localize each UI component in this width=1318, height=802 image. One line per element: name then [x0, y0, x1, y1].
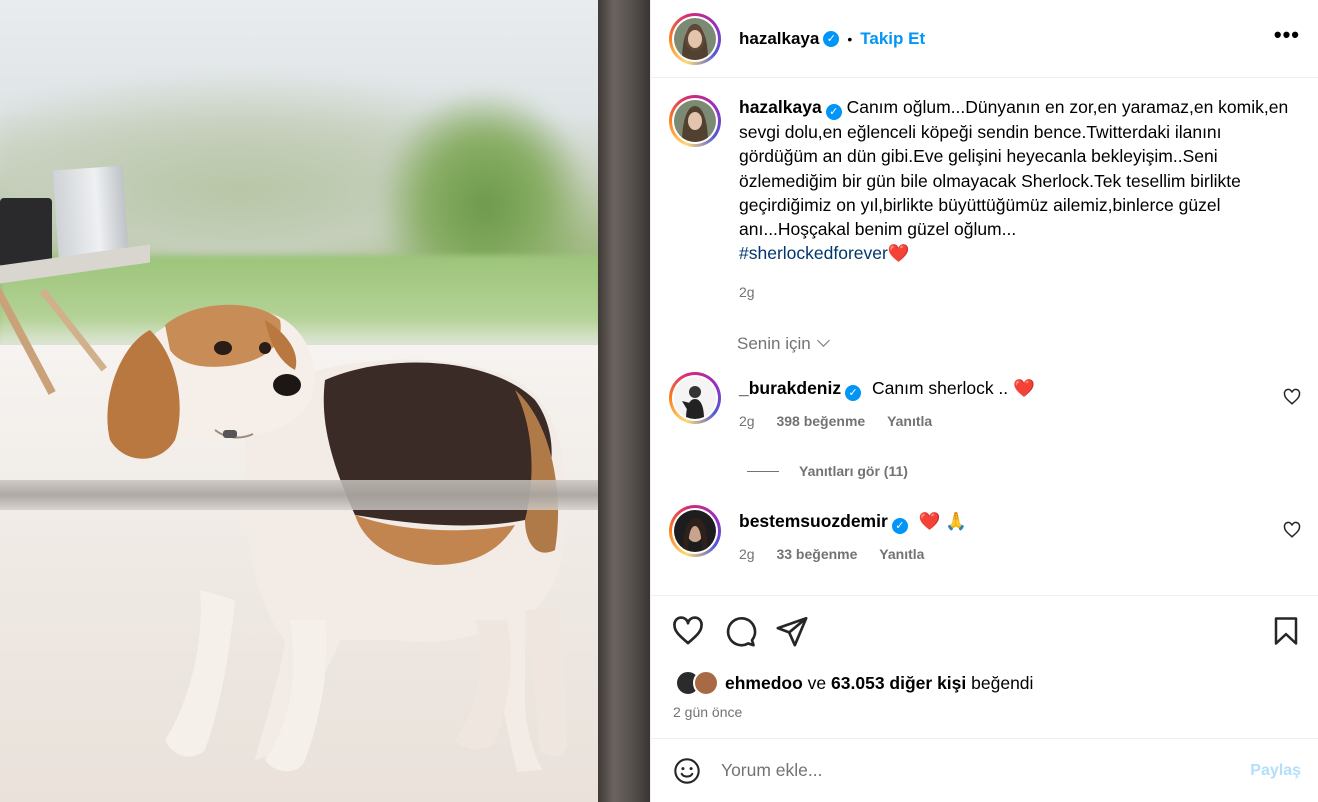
liker-username[interactable]: ehmedoo: [725, 673, 803, 693]
comment-meta: 2g 398 beğenme Yanıtla: [739, 413, 1283, 429]
bookmark-icon[interactable]: [1271, 616, 1301, 646]
more-horizontal-icon[interactable]: •••: [1274, 22, 1300, 56]
chevron-down-icon: [816, 334, 830, 347]
paper-plane-icon[interactable]: [775, 614, 809, 648]
caption-author-avatar-image: [674, 100, 716, 142]
caption-author-avatar[interactable]: [669, 95, 721, 147]
caption-text: Canım oğlum...Dünyanın en zor,en yaramaz…: [739, 97, 1289, 240]
caption-timestamp: 2g: [739, 283, 755, 300]
post-comment-button[interactable]: Paylaş: [1250, 762, 1301, 780]
commenter-avatar-image: [674, 377, 716, 420]
commenter-avatar-image: [674, 510, 716, 553]
reply-button[interactable]: Yanıtla: [887, 413, 932, 429]
comment-likes-count[interactable]: 398 beğenme: [776, 413, 865, 429]
verified-badge-icon: ✓: [845, 385, 862, 402]
decor-box: [0, 198, 52, 268]
commenter-username[interactable]: _burakdeniz: [739, 378, 841, 398]
author-username[interactable]: hazalkaya: [739, 29, 819, 49]
comment-filter-dropdown[interactable]: Senin için: [737, 334, 1318, 354]
verified-badge-icon: ✓: [891, 518, 908, 535]
post-image[interactable]: [0, 0, 650, 802]
liker-avatar[interactable]: [693, 670, 719, 696]
comment-text: Canım sherlock ..: [872, 378, 1009, 399]
commenter-avatar[interactable]: [669, 372, 721, 425]
follow-button[interactable]: Takip Et: [860, 29, 925, 49]
verified-badge-icon: ✓: [823, 30, 840, 47]
post-side-panel: hazalkaya ✓ • Takip Et ••• hazalkaya ✓ Ca…: [650, 0, 1318, 802]
reply-button[interactable]: Yanıtla: [879, 546, 924, 562]
caption-body: hazalkaya ✓ Canım oğlum...Dünyanın en zor…: [739, 95, 1294, 304]
author-avatar-image: [674, 17, 716, 60]
separator-dot: •: [847, 30, 853, 47]
beagle-dog: [107, 304, 567, 772]
comment-like-heart-icon[interactable]: [1283, 388, 1301, 406]
red-heart-emoji: ❤️: [887, 243, 910, 264]
commenter-avatar[interactable]: [669, 505, 721, 558]
post-actions: ehmedoo ve 63.053 diğer kişi beğendi 2 g…: [651, 595, 1318, 720]
comment-time: 2g: [739, 413, 755, 430]
door-frame: [598, 0, 650, 802]
comment-input[interactable]: Yorum ekle...: [721, 760, 1250, 781]
likes-suffix: beğendi: [971, 672, 1034, 693]
caption-username[interactable]: hazalkaya: [739, 97, 822, 117]
caption: hazalkaya ✓ Canım oğlum...Dünyanın en zor…: [651, 95, 1318, 304]
view-replies-button[interactable]: Yanıtları gör (11): [747, 463, 1318, 479]
caption-hashtag[interactable]: #sherlockedforever: [739, 243, 888, 263]
comment-item: _burakdeniz ✓ Canım sherlock .. ❤️ 2g 398…: [651, 372, 1318, 429]
comment-time: 2g: [739, 546, 755, 563]
heart-prayer-emoji: ❤️ 🙏: [918, 511, 968, 532]
likes-and: ve: [807, 672, 827, 693]
view-replies-label: Yanıtları gör (11): [799, 463, 908, 480]
red-heart-emoji: ❤️: [1013, 378, 1035, 399]
commenter-username[interactable]: bestemsuozdemir: [739, 511, 888, 531]
comment-filter-label: Senin için: [737, 334, 811, 354]
comment-compose: Yorum ekle... Paylaş: [651, 738, 1318, 802]
likes-summary: ehmedoo ve 63.053 diğer kişi beğendi: [651, 648, 1318, 696]
heart-icon[interactable]: [671, 614, 705, 648]
comments-scroll-area[interactable]: hazalkaya ✓ Canım oğlum...Dünyanın en zor…: [651, 79, 1318, 595]
verified-badge-icon: ✓: [825, 104, 842, 120]
glass-door-rail: [0, 480, 598, 510]
post-header: hazalkaya ✓ • Takip Et •••: [651, 0, 1318, 78]
replies-line: [747, 470, 779, 472]
comment-likes-count[interactable]: 33 beğenme: [776, 546, 857, 562]
comment-like-heart-icon[interactable]: [1283, 521, 1301, 539]
comment-bubble-icon[interactable]: [723, 614, 757, 648]
likes-others-link[interactable]: 63.053 diğer kişi: [831, 673, 966, 693]
comment-meta: 2g 33 beğenme Yanıtla: [739, 546, 1283, 562]
author-avatar[interactable]: [669, 12, 721, 65]
comment-item: bestemsuozdemir ✓ ❤️ 🙏 2g 33 beğenme Yanı…: [651, 505, 1318, 562]
smiley-icon[interactable]: [673, 757, 701, 785]
post-time-ago: 2 gün önce: [673, 704, 743, 720]
